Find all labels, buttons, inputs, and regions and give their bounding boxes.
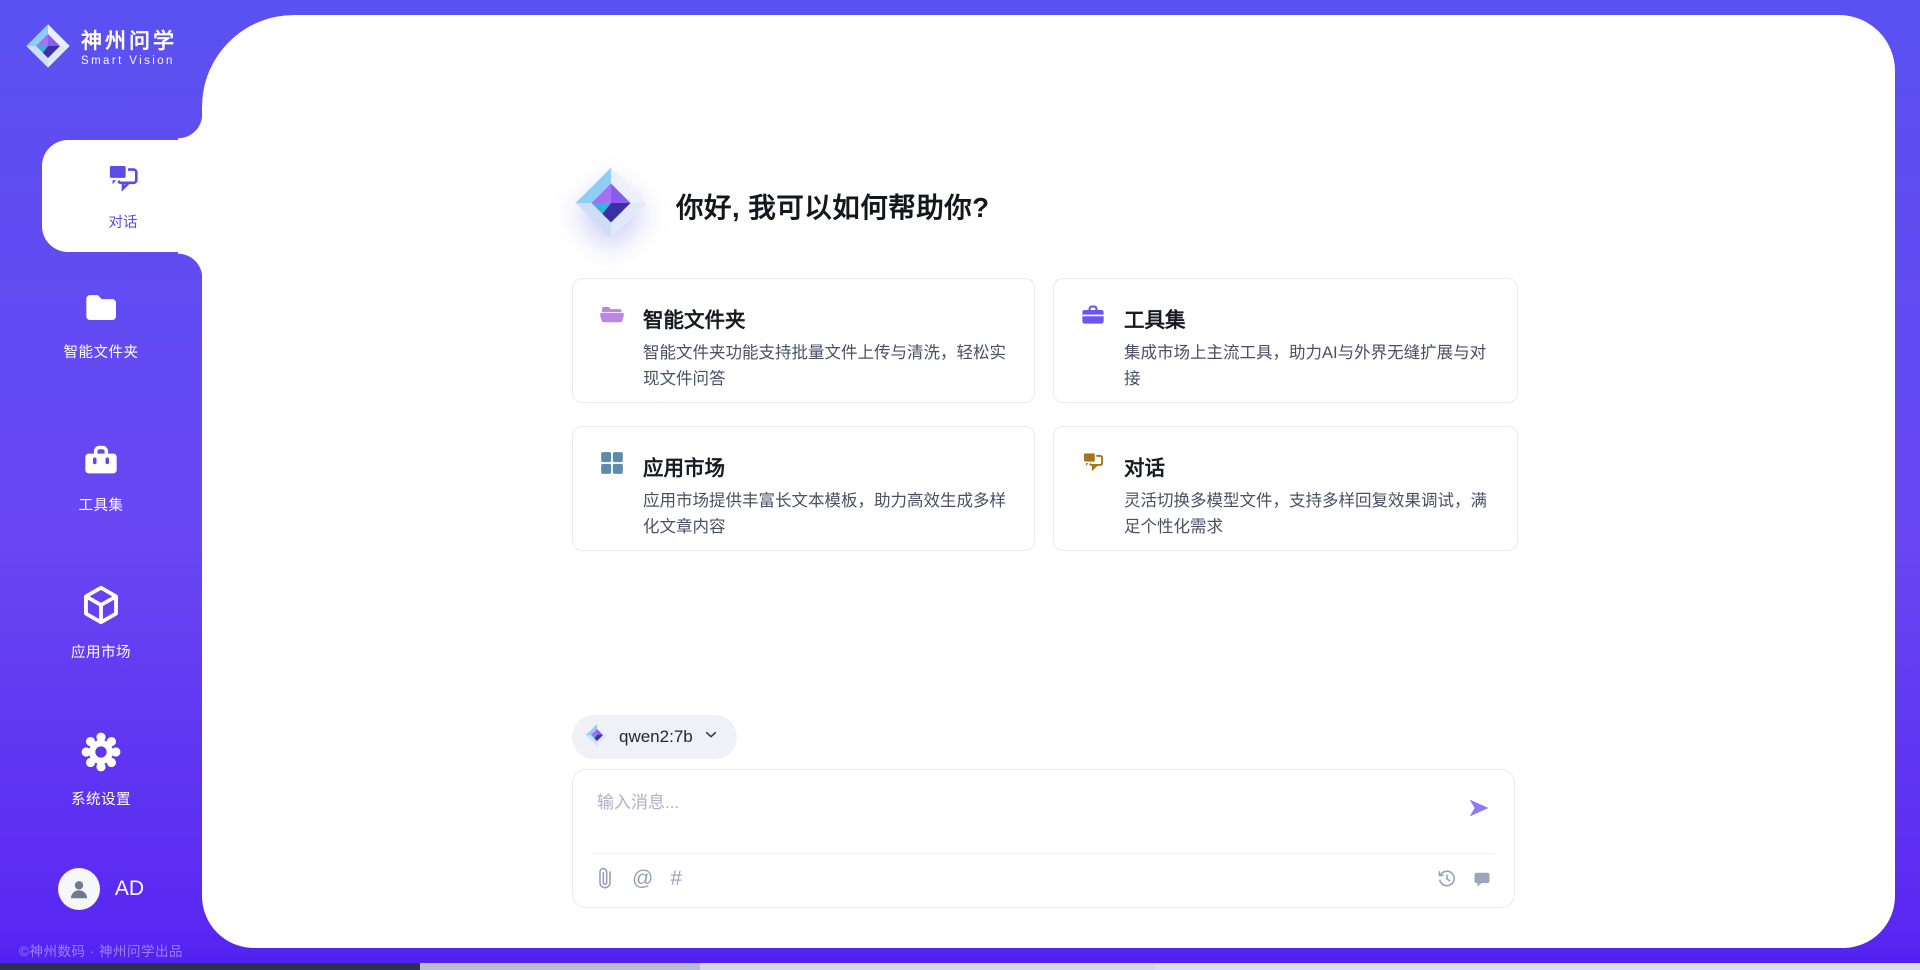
card-title: 工具集 bbox=[1124, 303, 1186, 333]
model-name: qwen2:7b bbox=[619, 727, 693, 747]
user-profile[interactable]: AD bbox=[0, 868, 202, 910]
sidebar-item-label: 智能文件夹 bbox=[64, 341, 139, 362]
app-window: 神州问学 Smart Vision 对话 bbox=[0, 0, 1920, 970]
tab-fillet-top bbox=[178, 114, 204, 140]
card-title: 智能文件夹 bbox=[643, 303, 746, 333]
sidebar-item-app-market[interactable]: 应用市场 bbox=[0, 583, 202, 662]
briefcase-icon bbox=[1080, 302, 1106, 333]
avatar bbox=[58, 868, 100, 910]
card-app-market[interactable]: 应用市场 应用市场提供丰富长文本模板，助力高效生成多样化文章内容 bbox=[572, 426, 1035, 551]
composer-divider bbox=[593, 853, 1494, 854]
card-title: 对话 bbox=[1124, 451, 1165, 481]
gear-icon bbox=[78, 730, 124, 779]
sidebar-item-label: 工具集 bbox=[79, 494, 124, 515]
card-description: 智能文件夹功能支持批量文件上传与清洗，轻松实现文件问答 bbox=[643, 341, 1008, 392]
feature-cards: 智能文件夹 智能文件夹功能支持批量文件上传与清洗，轻松实现文件问答 bbox=[572, 278, 1518, 551]
tab-fillet-bottom bbox=[178, 252, 204, 278]
at-icon[interactable]: @ bbox=[632, 868, 653, 889]
model-logo-icon bbox=[585, 723, 609, 752]
folder-icon bbox=[79, 287, 123, 332]
model-selector[interactable]: qwen2:7b bbox=[572, 715, 737, 759]
sidebar-item-toolset[interactable]: 工具集 bbox=[0, 440, 202, 515]
sidebar-item-smart-folder[interactable]: 智能文件夹 bbox=[0, 287, 202, 362]
hash-icon[interactable]: # bbox=[670, 868, 682, 889]
card-description: 灵活切换多模型文件，支持多样回复效果调试，满足个性化需求 bbox=[1124, 489, 1491, 540]
paperclip-icon[interactable] bbox=[595, 867, 615, 889]
taskbar-strip-dark bbox=[0, 963, 420, 970]
cube-icon bbox=[78, 583, 124, 632]
chat-bubble-icon[interactable] bbox=[1472, 869, 1492, 889]
main-panel: 你好, 我可以如何帮助你? 智能文件夹 智能文件夹功能支持批量文件上传与清洗，轻… bbox=[202, 15, 1895, 948]
chat-icon bbox=[1080, 450, 1106, 481]
history-icon[interactable] bbox=[1437, 869, 1457, 889]
chat-icon bbox=[103, 161, 143, 204]
card-description: 集成市场上主流工具，助力AI与外界无缝扩展与对接 bbox=[1124, 341, 1491, 392]
brand-name: 神州问学 bbox=[81, 30, 177, 54]
card-description: 应用市场提供丰富长文本模板，助力高效生成多样化文章内容 bbox=[643, 489, 1008, 540]
copyright-text: ©神州数码 · 神州问学出品 bbox=[0, 940, 202, 960]
sidebar-item-label: 应用市场 bbox=[71, 641, 131, 662]
card-chat[interactable]: 对话 灵活切换多模型文件，支持多样回复效果调试，满足个性化需求 bbox=[1053, 426, 1518, 551]
brand-logo-icon bbox=[24, 22, 72, 75]
card-smart-folder[interactable]: 智能文件夹 智能文件夹功能支持批量文件上传与清洗，轻松实现文件问答 bbox=[572, 278, 1035, 403]
sidebar-item-chat[interactable]: 对话 bbox=[42, 140, 204, 252]
user-initials: AD bbox=[115, 877, 144, 901]
sidebar: 神州问学 Smart Vision 对话 bbox=[0, 0, 202, 970]
card-toolset[interactable]: 工具集 集成市场上主流工具，助力AI与外界无缝扩展与对接 bbox=[1053, 278, 1518, 403]
briefcase-icon bbox=[79, 440, 123, 485]
send-icon[interactable] bbox=[1464, 794, 1492, 822]
assistant-logo-icon bbox=[572, 164, 650, 247]
message-input[interactable] bbox=[595, 786, 1419, 848]
folder-open-icon bbox=[599, 302, 625, 333]
chevron-down-icon bbox=[703, 727, 719, 748]
taskbar-strip-mid bbox=[420, 963, 700, 970]
message-composer: @ # bbox=[572, 769, 1515, 908]
greeting-text: 你好, 我可以如何帮助你? bbox=[676, 185, 990, 225]
grid-icon bbox=[599, 450, 625, 481]
taskbar-strip-lighter bbox=[1155, 963, 1920, 970]
brand: 神州问学 Smart Vision bbox=[24, 22, 177, 75]
card-title: 应用市场 bbox=[643, 451, 725, 481]
sidebar-item-label: 对话 bbox=[109, 211, 138, 232]
taskbar-strip-light bbox=[700, 963, 1155, 970]
sidebar-item-settings[interactable]: 系统设置 bbox=[0, 730, 202, 809]
brand-subtitle: Smart Vision bbox=[81, 55, 177, 67]
sidebar-item-label: 系统设置 bbox=[71, 788, 131, 809]
greeting: 你好, 我可以如何帮助你? bbox=[572, 161, 990, 249]
